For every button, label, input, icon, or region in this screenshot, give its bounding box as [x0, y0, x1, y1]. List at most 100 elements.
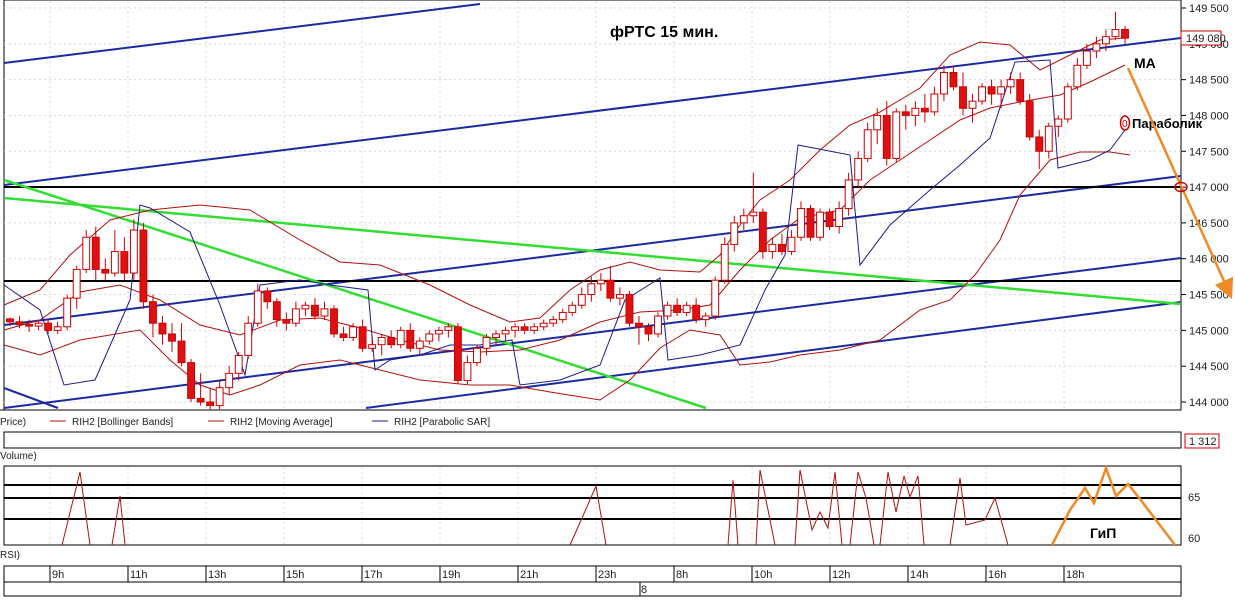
- candle-body: [139, 229, 148, 303]
- candle-body: [758, 211, 767, 253]
- candle-body: [825, 211, 834, 227]
- candle-body: [663, 304, 672, 317]
- candle-body: [158, 322, 167, 335]
- legend-bollinger: RIH2 [Bollinger Bands]: [72, 417, 173, 428]
- chart-title: фРТС 15 мин.: [610, 24, 718, 41]
- candle-body: [63, 297, 72, 328]
- candle-body: [1092, 43, 1101, 52]
- rsi-tick-60: 60: [1188, 533, 1200, 545]
- candle: [187, 359, 195, 402]
- candle-body: [882, 114, 891, 159]
- candle-body: [444, 326, 453, 331]
- candle-body: [682, 304, 691, 313]
- volume-panel: [3, 431, 1182, 449]
- chart: 149 500149 000148 500148 000147 500147 0…: [0, 0, 1234, 597]
- volume-panel-label: Volume): [0, 451, 37, 462]
- candle: [654, 312, 662, 338]
- candle-body: [844, 179, 853, 210]
- parabolic-marker-symbol: 0: [1122, 119, 1128, 130]
- candle: [453, 323, 462, 385]
- candle-body: [959, 86, 967, 109]
- candle-body: [606, 279, 615, 299]
- candle-body: [568, 304, 577, 313]
- candle-body: [253, 290, 262, 324]
- candle-body: [806, 208, 815, 238]
- candle-body: [797, 208, 805, 238]
- candle-body: [196, 397, 205, 403]
- candle: [330, 305, 338, 338]
- candle: [825, 208, 834, 231]
- candle-body: [1035, 136, 1044, 152]
- x-tick-label: 11h: [130, 569, 148, 581]
- candle-body: [453, 326, 462, 382]
- x-tick-label: 13h: [208, 569, 226, 581]
- candle-body: [549, 319, 558, 324]
- candle-body: [1025, 100, 1034, 138]
- candle-body: [1082, 50, 1091, 66]
- candle-body: [596, 279, 605, 285]
- last-price-label: 149 080: [1186, 33, 1226, 45]
- candle-body: [692, 304, 701, 321]
- candle-body: [1044, 125, 1053, 152]
- candle-body: [949, 71, 958, 88]
- candle-body: [234, 354, 243, 374]
- candle: [1063, 83, 1072, 123]
- y-tick-label: 144 000: [1189, 397, 1229, 409]
- candle-body: [1102, 36, 1110, 45]
- candle-body: [291, 308, 300, 324]
- price-panel-label: Price): [0, 417, 26, 428]
- candle-body: [1121, 28, 1129, 39]
- candle-body: [263, 290, 272, 303]
- candle-body: [387, 337, 396, 346]
- candle-body: [1063, 86, 1072, 120]
- legend-moving-average: RIH2 [Moving Average]: [230, 417, 333, 428]
- candle-body: [377, 337, 386, 346]
- candle-body: [396, 329, 405, 346]
- candle-body: [501, 329, 510, 335]
- candle: [139, 222, 148, 309]
- candle-body: [44, 322, 53, 331]
- candle-body: [701, 315, 710, 321]
- day-label: 8: [641, 584, 647, 596]
- candle: [892, 108, 901, 163]
- candle-body: [368, 344, 377, 349]
- candle-body: [349, 326, 358, 339]
- candle-body: [577, 294, 586, 306]
- y-tick-label: 146 500: [1189, 218, 1229, 230]
- candle-body: [635, 322, 643, 328]
- candle: [806, 205, 815, 241]
- candle-body: [215, 387, 224, 407]
- candle: [1025, 93, 1034, 141]
- candle-body: [25, 324, 33, 327]
- y-tick-label: 145 000: [1189, 325, 1229, 337]
- candle-body: [82, 236, 91, 270]
- y-tick-label: 146 000: [1189, 254, 1229, 266]
- candle-body: [654, 315, 662, 335]
- candle-body: [930, 93, 939, 113]
- candle-body: [711, 279, 720, 317]
- candle: [978, 83, 986, 105]
- candle-body: [920, 107, 929, 113]
- x-tick-label: 17h: [364, 569, 382, 581]
- price-axis: 149 500149 000148 500148 000147 500147 0…: [1181, 3, 1229, 409]
- legend-parabolic-sar: RIH2 [Parabolic SAR]: [394, 417, 490, 428]
- candle-body: [53, 326, 62, 331]
- candle-body: [768, 243, 777, 253]
- y-tick-label: 149 500: [1189, 3, 1229, 15]
- y-tick-label: 148 500: [1189, 75, 1229, 87]
- candle-body: [6, 318, 14, 323]
- candle-body: [730, 222, 739, 245]
- candle-body: [168, 333, 176, 342]
- candle-body: [1111, 28, 1120, 38]
- gip-annotation: ГиП: [1090, 525, 1116, 541]
- candle-body: [739, 215, 748, 224]
- candle-body: [615, 294, 624, 299]
- candle-body: [415, 340, 424, 349]
- candle-body: [558, 311, 567, 321]
- candle-body: [149, 301, 157, 324]
- candle-body: [110, 251, 119, 274]
- candle-body: [473, 347, 481, 364]
- candle: [816, 208, 824, 241]
- candle-body: [225, 372, 234, 389]
- candle-body: [244, 322, 253, 356]
